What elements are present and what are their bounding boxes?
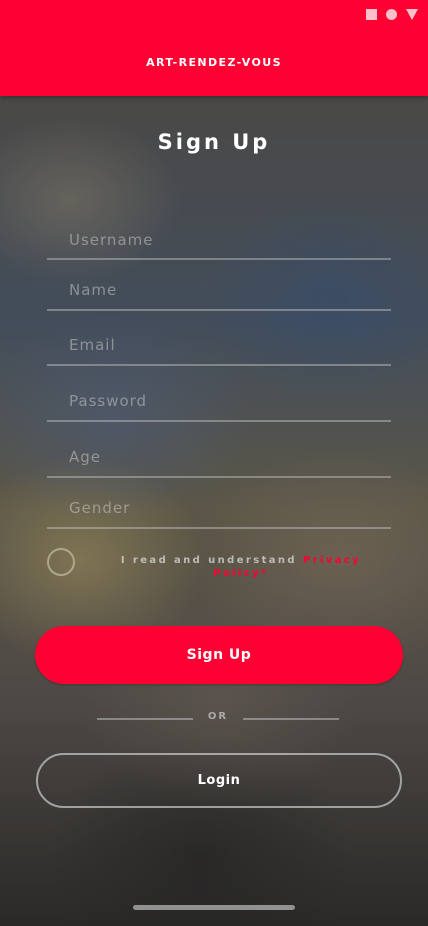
- username-input[interactable]: [47, 222, 391, 258]
- or-label: OR: [207, 711, 229, 722]
- age-input[interactable]: [47, 437, 391, 476]
- age-field: [47, 437, 391, 478]
- square-icon: [366, 9, 377, 20]
- name-field: [47, 271, 391, 311]
- status-bar: [366, 9, 418, 20]
- email-field: [47, 326, 391, 366]
- app-title: ART-RENDEZ-VOUS: [146, 56, 282, 69]
- divider-line-right: [243, 718, 339, 720]
- sign-up-button[interactable]: Sign Up: [35, 626, 403, 684]
- or-divider: OR: [97, 711, 339, 725]
- page-title: Sign Up: [157, 130, 271, 154]
- password-field: [47, 381, 391, 422]
- login-button[interactable]: Login: [36, 753, 402, 808]
- gender-field: [47, 489, 391, 529]
- home-indicator[interactable]: [133, 905, 295, 910]
- triangle-icon: [406, 9, 418, 20]
- gender-input[interactable]: [47, 489, 391, 527]
- circle-icon: [386, 9, 397, 20]
- username-field: [47, 222, 391, 260]
- privacy-consent-text: I read and understand Privacy Policy*: [110, 554, 372, 580]
- app-bar: ART-RENDEZ-VOUS: [0, 0, 428, 96]
- consent-label: I read and understand: [120, 555, 303, 566]
- privacy-checkbox[interactable]: [47, 548, 75, 576]
- password-input[interactable]: [47, 381, 391, 420]
- name-input[interactable]: [47, 271, 391, 309]
- email-input[interactable]: [47, 326, 391, 364]
